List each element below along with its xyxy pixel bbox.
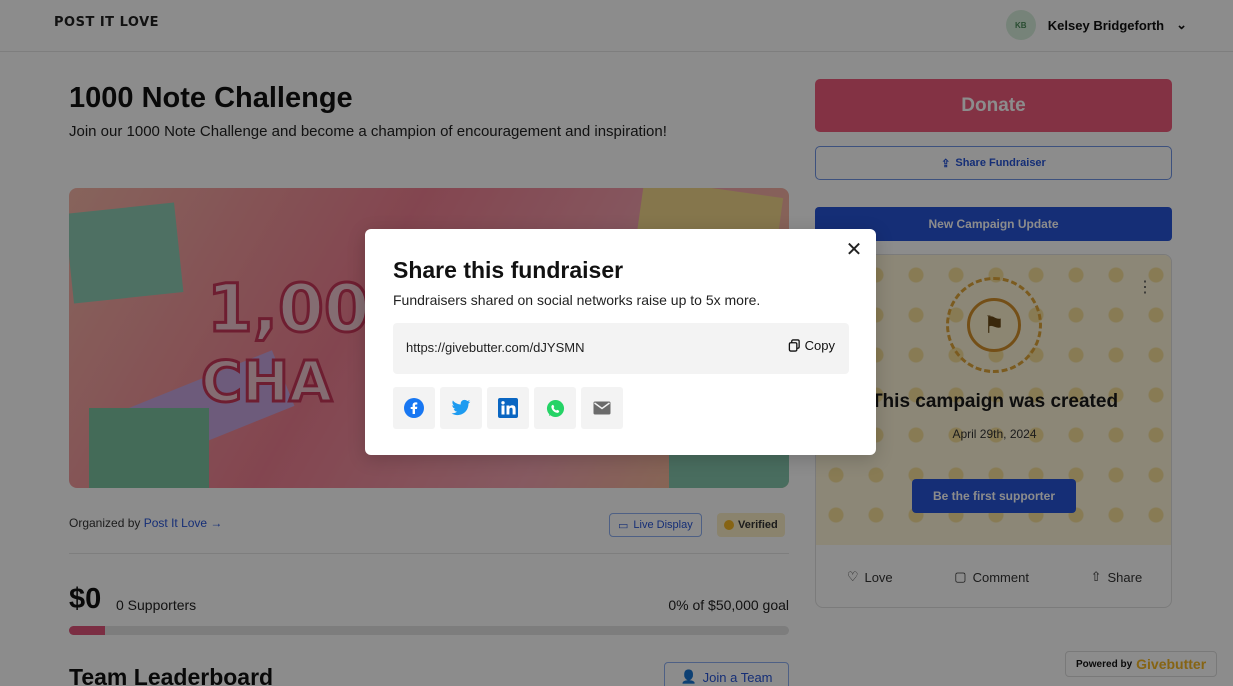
- linkedin-share-button[interactable]: [487, 387, 529, 429]
- share-modal: ✕ Share this fundraiser Fundraisers shar…: [365, 229, 876, 455]
- share-link-text[interactable]: https://givebutter.com/dJYSMN: [406, 340, 584, 355]
- facebook-share-button[interactable]: [393, 387, 435, 429]
- twitter-icon: [451, 399, 471, 416]
- whatsapp-share-button[interactable]: [534, 387, 576, 429]
- copy-label: Copy: [804, 338, 835, 353]
- share-link-field[interactable]: https://givebutter.com/dJYSMN Copy: [393, 323, 849, 374]
- facebook-icon: [404, 398, 424, 418]
- modal-subtitle: Fundraisers shared on social networks ra…: [393, 292, 761, 308]
- whatsapp-icon: [546, 399, 564, 417]
- modal-title: Share this fundraiser: [393, 257, 624, 283]
- copy-button[interactable]: Copy: [788, 338, 835, 353]
- twitter-share-button[interactable]: [440, 387, 482, 429]
- linkedin-icon: [498, 398, 518, 418]
- email-share-button[interactable]: [581, 387, 623, 429]
- social-share-row: [393, 387, 623, 429]
- copy-icon: [788, 339, 800, 352]
- close-icon[interactable]: ✕: [843, 239, 865, 261]
- email-icon: [593, 401, 611, 415]
